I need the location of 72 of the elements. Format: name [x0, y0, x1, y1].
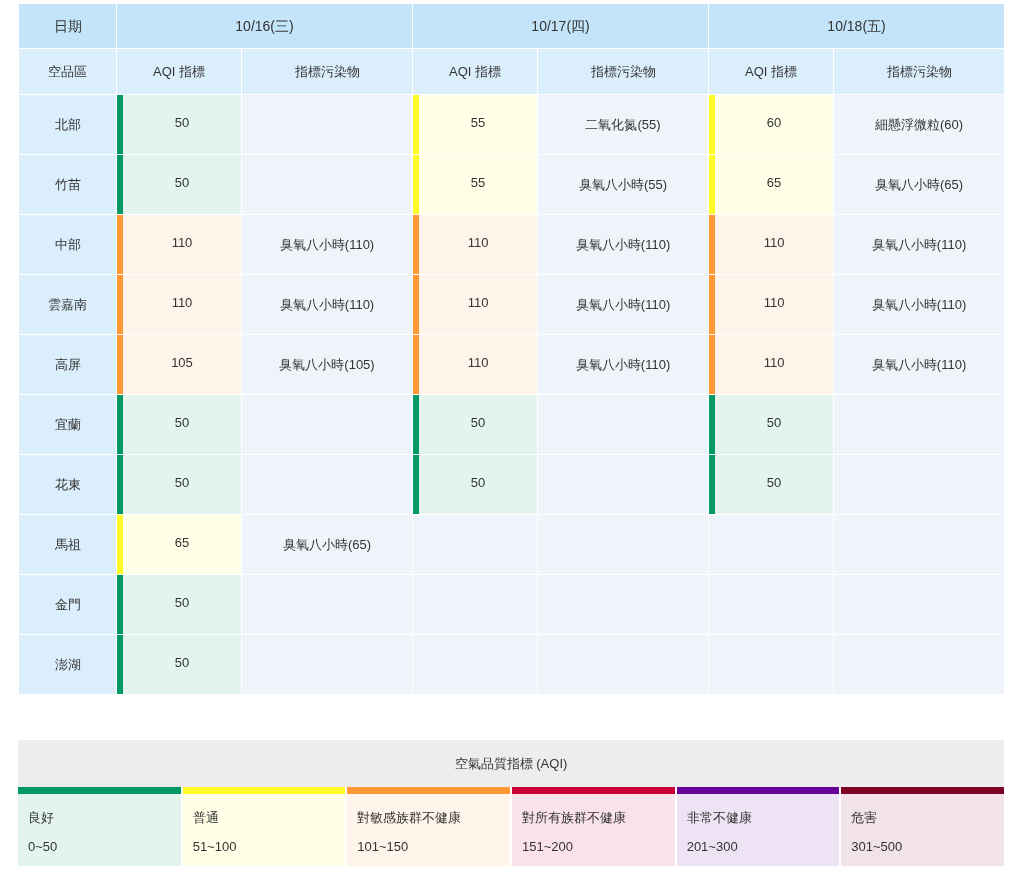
aqi-value: 50: [173, 474, 191, 491]
level-label: 非常不健康: [685, 809, 753, 827]
region-cell: 竹苗: [18, 154, 117, 215]
range-label: 201~300: [685, 838, 739, 854]
date-header: 10/17(四): [412, 3, 709, 49]
region-cell: 金門: [18, 574, 117, 635]
aqi-value: 110: [466, 354, 490, 371]
range-label: 0~50: [27, 838, 59, 854]
region-cell: 宜蘭: [18, 394, 117, 455]
pollutant-cell: 臭氧八小時(110): [833, 214, 1005, 275]
level-label: 對所有族群不健康: [521, 809, 627, 827]
region-cell: 北部: [18, 94, 117, 155]
aqi-value: 50: [469, 474, 487, 491]
pollutant-cell: 臭氧八小時(55): [537, 154, 709, 215]
aqi-value: 50: [765, 414, 783, 431]
pollutant-cell: 臭氧八小時(110): [241, 214, 413, 275]
pollutant-cell: 二氧化氮(55): [537, 94, 709, 155]
aqi-value: 50: [469, 414, 487, 431]
pollutant-cell: 臭氧八小時(110): [537, 334, 709, 395]
pollutant-cell: 臭氧八小時(65): [241, 514, 413, 575]
aqi-value: 110: [170, 234, 194, 251]
aqi-value: 50: [173, 594, 191, 611]
pollutant-cell: 臭氧八小時(105): [241, 334, 413, 395]
pollutant-cell: 臭氧八小時(110): [537, 274, 709, 335]
aqi-value: 65: [765, 174, 783, 191]
aqi-value: 50: [173, 174, 191, 191]
column-header: 指標污染物: [241, 48, 413, 95]
aqi-value: 110: [762, 294, 786, 311]
column-header: AQI 指標: [412, 48, 538, 95]
legend-title: 空氣品質指標 (AQI): [18, 740, 1004, 787]
aqi-value: 110: [170, 294, 194, 311]
region-cell: 雲嘉南: [18, 274, 117, 335]
pollutant-cell: 細懸浮微粒(60): [833, 94, 1005, 155]
pollutant-cell: 臭氧八小時(110): [833, 334, 1005, 395]
pollutant-cell: 臭氧八小時(110): [833, 274, 1005, 335]
range-label: 301~500: [850, 838, 904, 854]
level-label: 良好: [27, 809, 55, 827]
region-cell: 澎湖: [18, 634, 117, 695]
aqi-value: 110: [762, 354, 786, 371]
column-header: 指標污染物: [833, 48, 1005, 95]
aqi-value: 60: [765, 114, 783, 131]
aqi-value: 55: [469, 174, 487, 191]
region-cell: 中部: [18, 214, 117, 275]
aqi-value: 110: [466, 234, 490, 251]
level-label: 危害: [850, 809, 879, 827]
aqi-value: 55: [469, 114, 487, 131]
column-header: 日期: [18, 3, 117, 49]
pollutant-cell: 臭氧八小時(110): [241, 274, 413, 335]
range-label: 51~100: [191, 838, 238, 854]
column-header: AQI 指標: [116, 48, 242, 95]
aqi-value: 110: [762, 234, 786, 251]
range-label: 151~200: [521, 838, 574, 854]
column-header: 指標污染物: [537, 48, 709, 95]
column-header: 空品區: [18, 48, 117, 95]
aqi-value: 105: [170, 354, 194, 371]
region-cell: 高屏: [18, 334, 117, 395]
region-cell: 馬祖: [18, 514, 117, 575]
column-header: AQI 指標: [708, 48, 834, 95]
pollutant-cell: 臭氧八小時(65): [833, 154, 1005, 215]
level-label: 對敏感族群不健康: [356, 809, 463, 827]
region-cell: 花東: [18, 454, 117, 515]
range-label: 101~150: [356, 838, 410, 854]
aqi-value: 65: [173, 534, 191, 551]
aqi-value: 50: [173, 114, 191, 131]
date-header: 10/16(三): [116, 3, 413, 49]
aqi-value: 50: [765, 474, 783, 491]
date-header: 10/18(五): [708, 3, 1005, 49]
level-label: 普通: [191, 809, 220, 827]
pollutant-cell: 臭氧八小時(110): [537, 214, 709, 275]
aqi-value: 50: [173, 414, 191, 431]
aqi-value: 110: [466, 294, 490, 311]
aqi-value: 50: [173, 654, 191, 671]
